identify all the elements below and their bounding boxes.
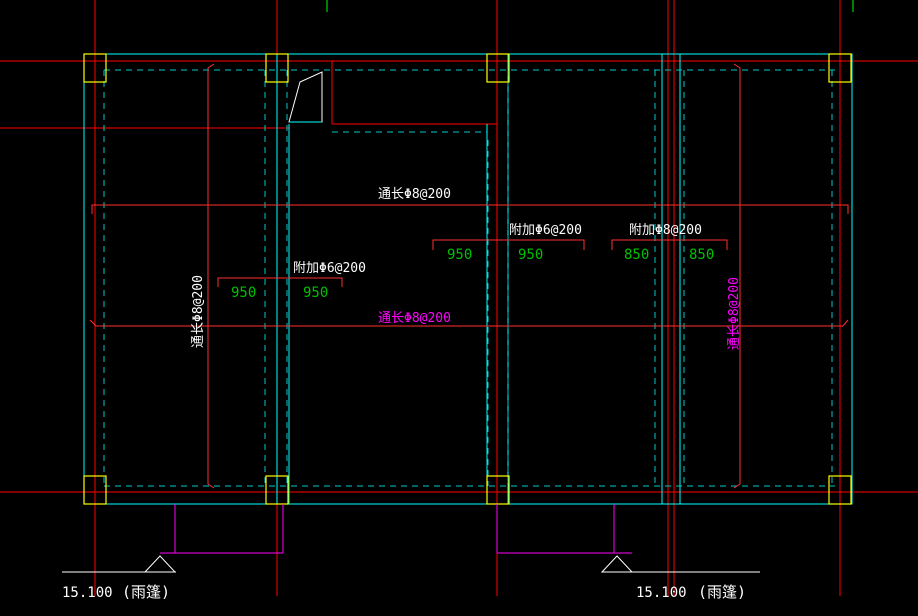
elevation-right-value: 15.100	[636, 585, 687, 601]
elevation-left-value: 15.100	[62, 585, 113, 601]
top-through-rebar-label: 通长Φ8@200	[378, 187, 451, 202]
dim-left-a: 950	[231, 285, 256, 301]
dim-right-b: 850	[689, 247, 714, 263]
dim-center-a: 950	[447, 247, 472, 263]
right-vertical-rebar-label: 通长Φ8@200	[727, 277, 742, 350]
add-rebar-left-label: 附加Φ6@200	[293, 261, 366, 276]
dim-right-a: 850	[624, 247, 649, 263]
add-rebar-center-label: 附加Φ6@200	[509, 223, 582, 238]
mid-through-rebar-label: 通长Φ8@200	[378, 311, 451, 326]
dim-left-b: 950	[303, 285, 328, 301]
drawing-background	[0, 0, 918, 616]
add-rebar-right-label: 附加Φ8@200	[629, 223, 702, 238]
dim-center-b: 950	[518, 247, 543, 263]
cad-drawing-canvas: 通长Φ8@200 通长Φ8@200 通长Φ8@200 通长Φ8@200 附加Φ6…	[0, 0, 918, 616]
elevation-right-note: (雨篷)	[698, 583, 746, 601]
left-vertical-rebar-label: 通长Φ8@200	[191, 275, 206, 348]
elevation-left-note: (雨篷)	[122, 583, 170, 601]
